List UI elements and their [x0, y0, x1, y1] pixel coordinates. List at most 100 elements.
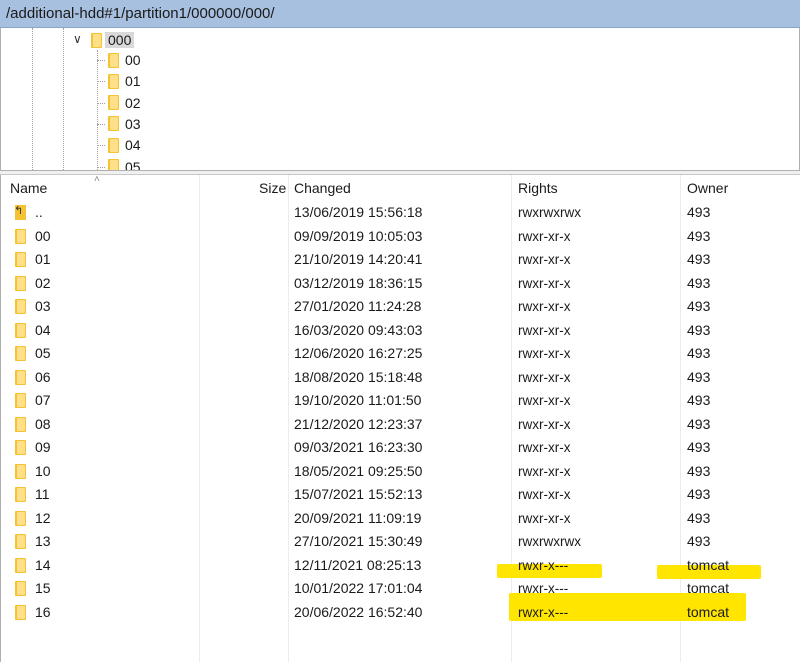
sort-ascending-icon: ˄: [94, 174, 100, 185]
folder-icon: [15, 534, 26, 550]
file-rights: rwxr-xr-x: [518, 252, 571, 267]
file-rights: rwxr-xr-x: [518, 322, 571, 338]
chevron-down-icon[interactable]: ∨: [73, 32, 82, 46]
file-changed: 15/07/2021 15:52:13: [294, 486, 423, 502]
table-row[interactable]: 16 20/06/2022 16:52:40 rwxr-x--- tomcat: [1, 601, 800, 625]
file-changed: 09/03/2021 16:23:30: [294, 439, 423, 455]
tree-node-label: 03: [125, 115, 141, 132]
file-changed: 16/03/2020 09:43:03: [294, 321, 423, 338]
folder-icon: [108, 159, 119, 170]
file-rights: rwxrwxrwx: [518, 534, 581, 549]
table-row[interactable]: 09 09/03/2021 16:23:30 rwxr-xr-x 493: [1, 436, 800, 460]
tree-node-label: 000: [105, 32, 135, 48]
tree-node-label: 01: [125, 73, 141, 90]
file-list[interactable]: ˄ Name Size Changed Rights Owner .. 13/06…: [0, 174, 800, 662]
folder-icon: [15, 416, 26, 432]
folder-icon: [15, 322, 26, 338]
file-rights: rwxr-x---: [518, 581, 569, 596]
file-changed: 10/01/2022 17:01:04: [294, 580, 423, 596]
column-header-name[interactable]: Name: [10, 175, 47, 201]
file-changed: 27/10/2021 15:30:49: [294, 533, 423, 549]
file-name: 00: [35, 227, 51, 244]
table-row[interactable]: 00 09/09/2019 10:05:03 rwxr-xr-x 493: [1, 225, 800, 249]
tree-guide-line: [97, 50, 98, 170]
file-owner: 493: [687, 321, 711, 338]
tree-node-label: 02: [125, 94, 141, 111]
file-changed: 13/06/2019 15:56:18: [294, 204, 423, 220]
file-name: 02: [35, 274, 51, 291]
file-changed: 21/10/2019 14:20:41: [294, 251, 423, 267]
file-owner: 493: [687, 509, 711, 526]
list-header: ˄ Name Size Changed Rights Owner: [1, 174, 800, 201]
table-row[interactable]: 04 16/03/2020 09:43:03 rwxr-xr-x 493: [1, 319, 800, 343]
folder-icon: [15, 346, 26, 362]
file-rights: rwxr-xr-x: [518, 416, 571, 432]
folder-icon: [108, 137, 119, 153]
parent-directory-icon: [14, 205, 26, 221]
tree-node[interactable]: 01: [108, 71, 141, 91]
tree-node[interactable]: 00: [108, 50, 141, 70]
file-changed: 19/10/2020 11:01:50: [294, 392, 422, 408]
file-rights: rwxr-xr-x: [518, 275, 571, 291]
file-owner: 493: [687, 274, 711, 291]
file-name: 04: [35, 321, 51, 338]
file-changed: 12/06/2020 16:27:25: [294, 345, 423, 361]
table-row[interactable]: 11 15/07/2021 15:52:13 rwxr-xr-x 493: [1, 483, 800, 507]
tree-node[interactable]: 04: [108, 135, 141, 155]
column-header-changed[interactable]: Changed: [294, 175, 351, 201]
file-rights: rwxr-xr-x: [518, 228, 571, 244]
tree-node-current[interactable]: 000: [91, 30, 135, 50]
column-header-size[interactable]: Size: [259, 175, 286, 201]
file-changed: 20/09/2021 11:09:19: [294, 509, 422, 526]
folder-icon: [15, 463, 26, 479]
table-row[interactable]: 06 18/08/2020 15:18:48 rwxr-xr-x 493: [1, 366, 800, 390]
column-header-rights[interactable]: Rights: [518, 175, 558, 201]
table-row[interactable]: 07 19/10/2020 11:01:50 rwxr-xr-x 493: [1, 389, 800, 413]
file-owner: 493: [687, 486, 711, 502]
file-name: 15: [35, 580, 51, 596]
tree-guide-line: [63, 28, 64, 170]
folder-icon: [15, 487, 26, 503]
folder-icon: [15, 228, 26, 244]
tree-node-label: 04: [125, 137, 141, 154]
file-name: 05: [35, 345, 51, 361]
file-name: 06: [35, 368, 51, 385]
table-row[interactable]: 05 12/06/2020 16:27:25 rwxr-xr-x 493: [1, 342, 800, 366]
table-row[interactable]: 03 27/01/2020 11:24:28 rwxr-xr-x 493: [1, 295, 800, 319]
file-rights: rwxr-xr-x: [518, 487, 571, 502]
tree-node[interactable]: 03: [108, 114, 141, 134]
table-row[interactable]: 08 21/12/2020 12:23:37 rwxr-xr-x 493: [1, 413, 800, 437]
tree-node-label: 00: [125, 52, 141, 68]
table-row[interactable]: .. 13/06/2019 15:56:18 rwxrwxrwx 493: [1, 201, 800, 225]
table-row[interactable]: 01 21/10/2019 14:20:41 rwxr-xr-x 493: [1, 248, 800, 272]
path-bar[interactable]: /additional-hdd#1/partition1/000000/000/: [0, 0, 800, 28]
file-changed: 27/01/2020 11:24:28: [294, 298, 422, 314]
file-owner: 493: [687, 368, 711, 385]
table-row[interactable]: 10 18/05/2021 09:25:50 rwxr-xr-x 493: [1, 460, 800, 484]
file-rights: rwxr-xr-x: [518, 299, 571, 314]
tree-connector: [97, 166, 105, 168]
file-rights: rwxrwxrwx: [518, 205, 581, 220]
folder-icon: [108, 116, 119, 132]
table-row[interactable]: 02 03/12/2019 18:36:15 rwxr-xr-x 493: [1, 272, 800, 296]
folder-icon: [108, 95, 119, 111]
file-name: 11: [35, 486, 50, 502]
column-header-owner[interactable]: Owner: [687, 175, 728, 201]
tree-connector: [97, 81, 105, 83]
folder-tree[interactable]: ∨ 000 00 01 02 03 04 05: [0, 28, 800, 170]
file-owner: tomcat: [687, 580, 730, 596]
table-row[interactable]: 12 20/09/2021 11:09:19 rwxr-xr-x 493: [1, 507, 800, 531]
table-row[interactable]: 14 12/11/2021 08:25:13 rwxr-x--- tomcat: [1, 554, 800, 578]
file-changed: 12/11/2021 08:25:13: [294, 556, 422, 573]
folder-icon: [108, 52, 119, 68]
table-row[interactable]: 13 27/10/2021 15:30:49 rwxrwxrwx 493: [1, 530, 800, 554]
table-row[interactable]: 15 10/01/2022 17:01:04 rwxr-x--- tomcat: [1, 577, 800, 601]
path-text: /additional-hdd#1/partition1/000000/000/: [6, 5, 275, 22]
tree-node[interactable]: 02: [108, 93, 141, 113]
tree-connector: [97, 102, 105, 104]
file-owner: 493: [687, 298, 711, 314]
file-rights: rwxr-xr-x: [518, 440, 571, 455]
tree-node[interactable]: 05: [108, 157, 141, 170]
file-name: 03: [35, 298, 51, 314]
file-owner: 493: [687, 533, 711, 549]
